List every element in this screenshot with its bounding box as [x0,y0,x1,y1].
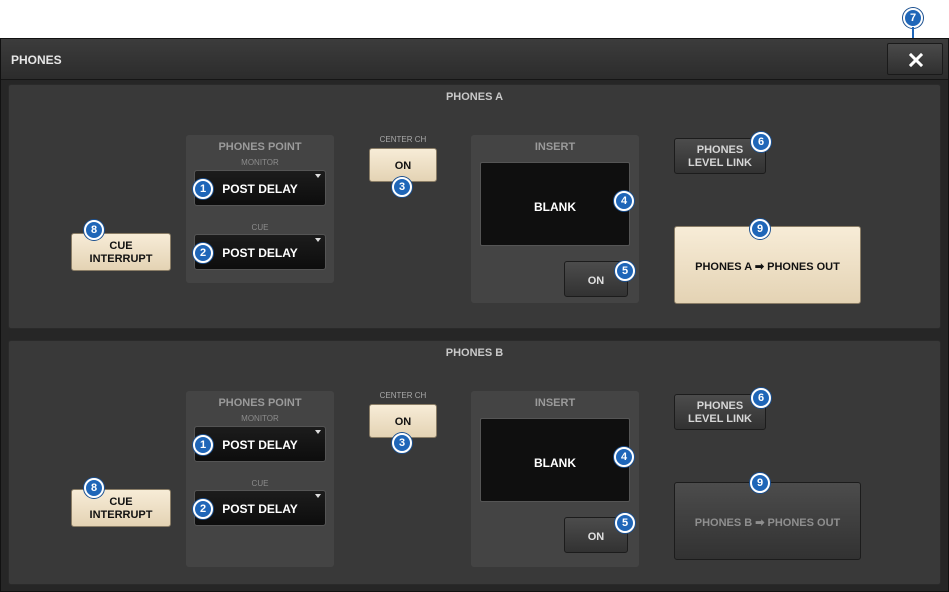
center-ch-on-label: ON [394,160,412,172]
phones-point-title: PHONES POINT [218,397,302,409]
cue-point-dropdown[interactable]: POST DELAY [194,234,326,270]
callout-5: 5 [615,261,635,281]
callout-2: 2 [193,499,213,519]
cue-label: CUE [251,223,269,232]
cue-point-value: POST DELAY [222,502,298,516]
callout-2: 2 [193,243,213,263]
center-ch-on-label: ON [394,416,412,428]
monitor-point-dropdown[interactable]: POST DELAY [194,170,326,206]
callout-3: 3 [392,177,412,197]
callout-8: 8 [84,220,104,240]
callout-1: 1 [193,179,213,199]
cue-point-dropdown[interactable]: POST DELAY [194,490,326,526]
phones-b-title: PHONES B [445,347,504,359]
monitor-point-value: POST DELAY [222,438,298,452]
monitor-point-dropdown[interactable]: POST DELAY [194,426,326,462]
cue-interrupt-line1: CUE [109,496,133,508]
cue-point-value: POST DELAY [222,246,298,260]
phones-point-title: PHONES POINT [218,141,302,153]
close-icon [909,53,923,67]
insert-group: INSERT BLANK ON [471,391,639,567]
callout-5: 5 [615,513,635,533]
monitor-point-value: POST DELAY [222,182,298,196]
monitor-label: MONITOR [241,414,279,423]
callout-9: 9 [750,219,770,239]
callout-4: 4 [614,191,634,211]
insert-slot-button[interactable]: BLANK [480,162,630,246]
phones-b-out-label: PHONES B ➡ PHONES OUT [694,517,841,529]
callout-8: 8 [84,478,104,498]
cue-label: CUE [251,479,269,488]
monitor-label: MONITOR [241,158,279,167]
phones-window: PHONES PHONES A PHONES POINT MONITOR POS… [0,38,949,592]
center-ch-label: CENTER CH [379,135,427,144]
window-title: PHONES [11,53,62,67]
close-button[interactable] [887,43,943,75]
insert-slot-label: BLANK [534,456,576,470]
callout-6: 6 [751,388,771,408]
cue-interrupt-line2: INTERRUPT [89,509,153,521]
insert-group: INSERT BLANK ON [471,135,639,303]
phones-point-group: PHONES POINT MONITOR POST DELAY CUE POST… [186,391,334,567]
dropdown-arrow-icon [315,494,321,498]
dropdown-arrow-icon [315,430,321,434]
phones-b-out-button[interactable]: PHONES B ➡ PHONES OUT [674,482,861,560]
callout-4: 4 [614,447,634,467]
callout-3: 3 [392,433,412,453]
insert-title: INSERT [534,397,576,409]
center-ch-label: CENTER CH [379,391,427,400]
insert-slot-button[interactable]: BLANK [480,418,630,502]
callout-7: 7 [903,8,923,28]
phones-a-title: PHONES A [445,91,504,103]
callout-6: 6 [751,132,771,152]
phones-a-panel: PHONES A PHONES POINT MONITOR POST DELAY… [8,84,941,329]
phones-a-out-label: PHONES A ➡ PHONES OUT [695,261,840,273]
phones-b-panel: PHONES B PHONES POINT MONITOR POST DELAY… [8,340,941,585]
insert-on-label: ON [587,531,605,543]
cue-interrupt-line1: CUE [109,240,133,252]
callout-9: 9 [750,473,770,493]
insert-title: INSERT [534,141,576,153]
insert-slot-label: BLANK [534,200,576,214]
dropdown-arrow-icon [315,238,321,242]
phones-a-out-button[interactable]: PHONES A ➡ PHONES OUT [674,226,861,304]
cue-interrupt-line2: INTERRUPT [89,253,153,265]
cue-interrupt-button[interactable]: CUE INTERRUPT [71,233,171,271]
dropdown-arrow-icon [315,174,321,178]
title-bar: PHONES [1,39,948,80]
callout-1: 1 [193,435,213,455]
level-link-line2: LEVEL LINK [688,157,752,169]
level-link-line2: LEVEL LINK [688,413,752,425]
